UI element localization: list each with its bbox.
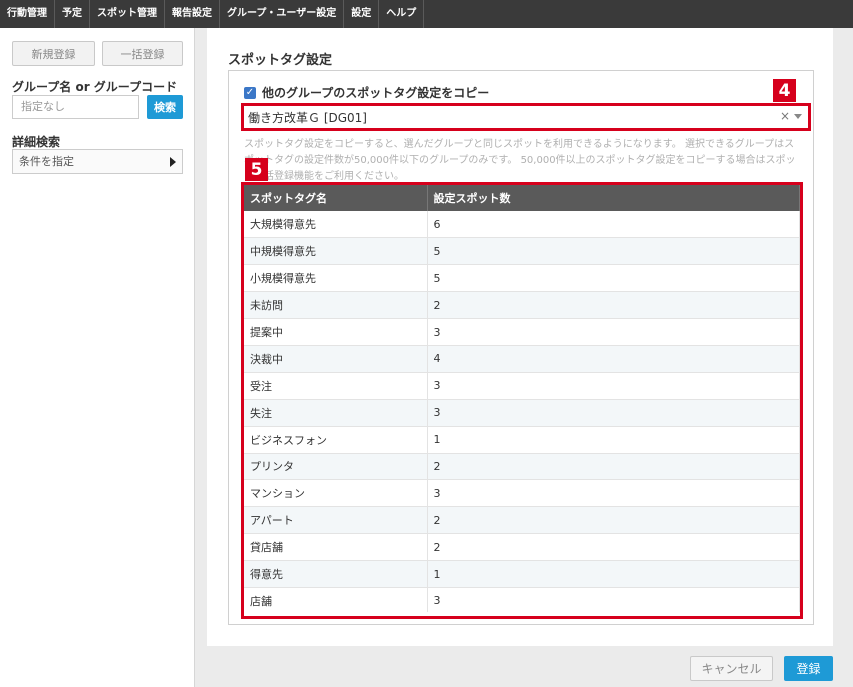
nav-activity[interactable]: 行動管理 [0, 0, 55, 28]
new-register-button[interactable]: 新規登録 [12, 41, 95, 66]
sidebar: 新規登録 一括登録 グループ名 or グループコード 指定なし 検索 詳細検索 … [0, 28, 195, 687]
condition-selector[interactable]: 条件を指定 [12, 149, 183, 174]
detail-search-label: 詳細検索 [12, 135, 61, 149]
cancel-button[interactable]: キャンセル [690, 656, 773, 681]
top-navigation: 行動管理 予定 スポット管理 報告設定 グループ・ユーザー設定 設定 ヘルプ [0, 0, 853, 28]
bulk-register-button[interactable]: 一括登録 [102, 41, 183, 66]
save-button[interactable]: 登録 [784, 656, 833, 681]
nav-help[interactable]: ヘルプ [379, 0, 425, 28]
nav-group-user-settings[interactable]: グループ・ユーザー設定 [220, 0, 345, 28]
nav-settings[interactable]: 設定 [344, 0, 380, 28]
search-button[interactable]: 検索 [147, 95, 183, 119]
copy-settings-checkbox[interactable]: ✓ [244, 86, 256, 99]
step-badge-4: 4 [773, 79, 796, 102]
group-search-label: グループ名 or グループコード [12, 80, 178, 94]
nav-spot-management[interactable]: スポット管理 [90, 0, 165, 28]
caret-right-icon [170, 157, 176, 167]
spot-tag-panel: ✓ 他のグループのスポットタグ設定をコピー 働き方改革Ｇ [DG01] × 4 … [228, 70, 814, 625]
nav-schedule[interactable]: 予定 [55, 0, 90, 28]
help-text: スポットタグ設定をコピーすると、選んだグループと同じスポットを利用できるようにな… [244, 139, 796, 182]
highlight-box-table [241, 182, 803, 619]
copy-settings-label: 他のグループのスポットタグ設定をコピー [262, 86, 490, 100]
nav-report-settings[interactable]: 報告設定 [165, 0, 220, 28]
group-search-input[interactable]: 指定なし [12, 95, 139, 119]
copy-settings-row: ✓ 他のグループのスポットタグ設定をコピー [244, 84, 489, 101]
page-title: スポットタグ設定 [228, 53, 333, 68]
condition-label: 条件を指定 [19, 155, 74, 168]
main-content: スポットタグ設定 ✓ 他のグループのスポットタグ設定をコピー 働き方改革Ｇ [D… [207, 28, 833, 646]
highlight-box-select [241, 103, 811, 131]
step-badge-5: 5 [245, 158, 268, 181]
